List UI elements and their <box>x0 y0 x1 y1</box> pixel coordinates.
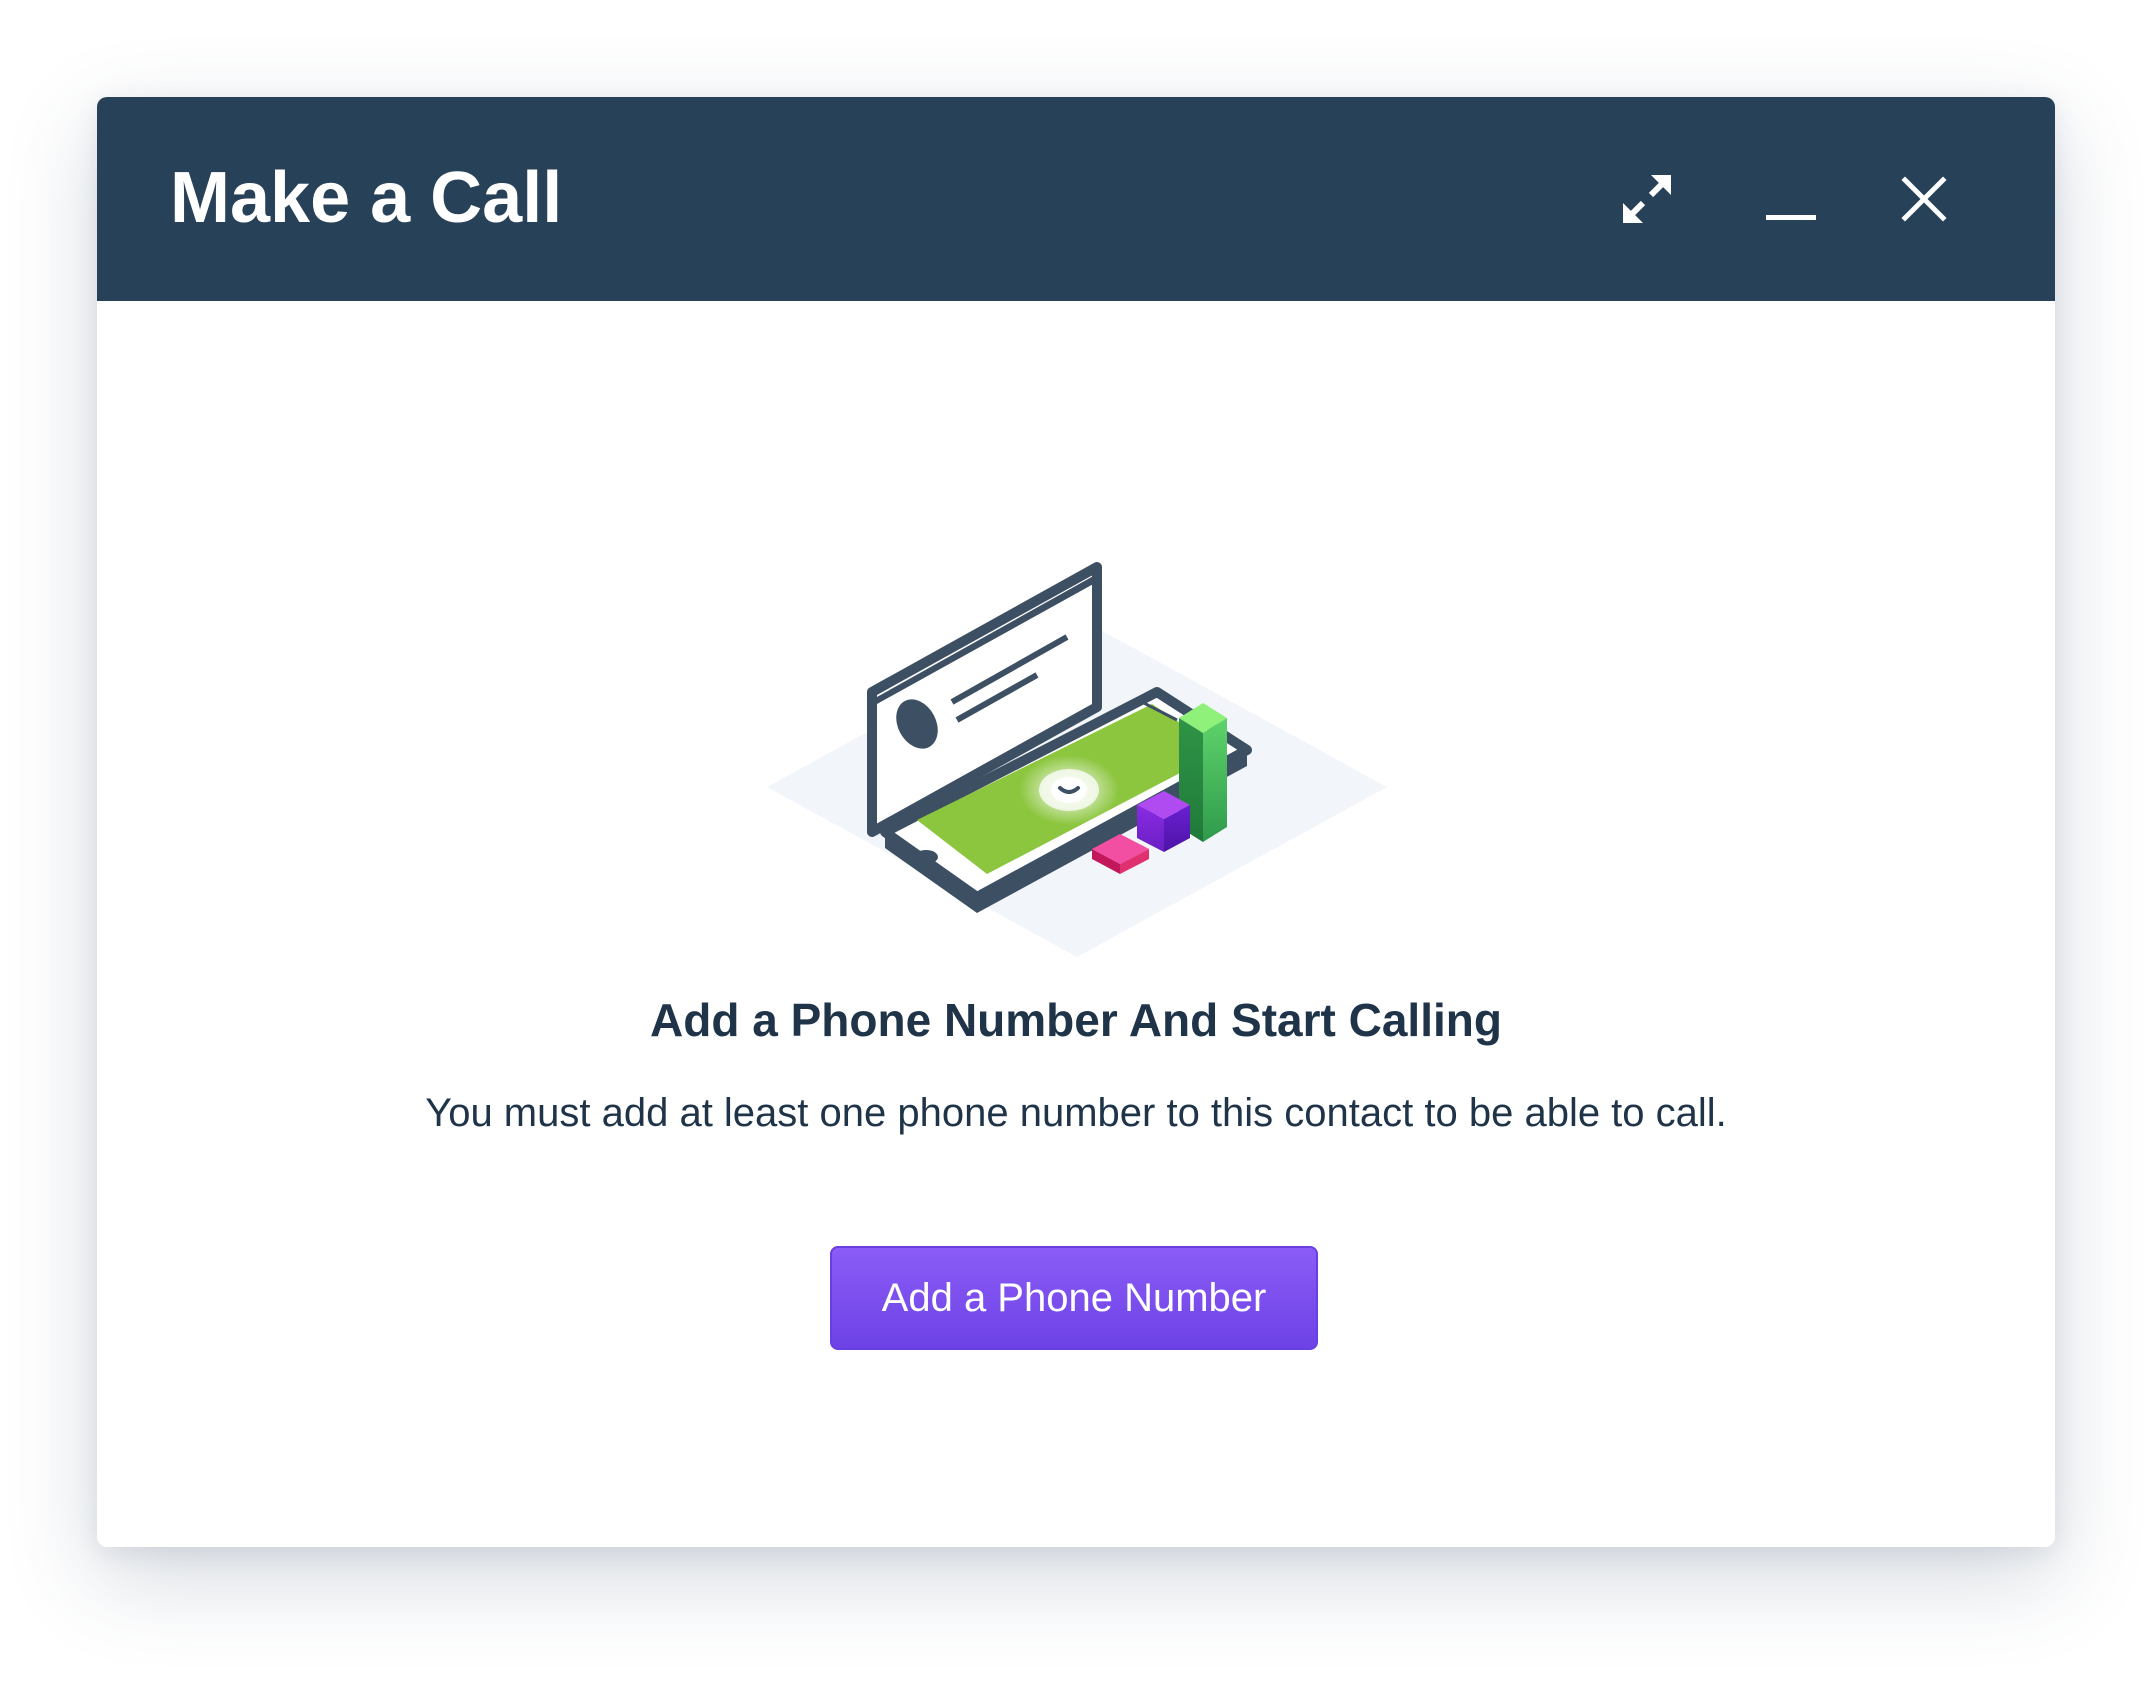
dialog-header: Make a Call <box>97 97 2055 301</box>
make-call-dialog: Make a Call Add a Phone Number And Start… <box>97 97 2055 1547</box>
minimize-icon <box>1766 215 1816 220</box>
add-phone-number-button[interactable]: Add a Phone Number <box>830 1246 1318 1350</box>
expand-button[interactable] <box>1601 153 1693 245</box>
minimize-button[interactable] <box>1745 153 1837 245</box>
close-button[interactable] <box>1878 153 1970 245</box>
dialog-title: Make a Call <box>170 158 563 238</box>
expand-arrows-icon <box>1623 175 1671 223</box>
close-icon <box>1901 176 1947 222</box>
empty-state-message: You must add at least one phone number t… <box>425 1091 1727 1135</box>
empty-state-heading: Add a Phone Number And Start Calling <box>650 994 1502 1046</box>
